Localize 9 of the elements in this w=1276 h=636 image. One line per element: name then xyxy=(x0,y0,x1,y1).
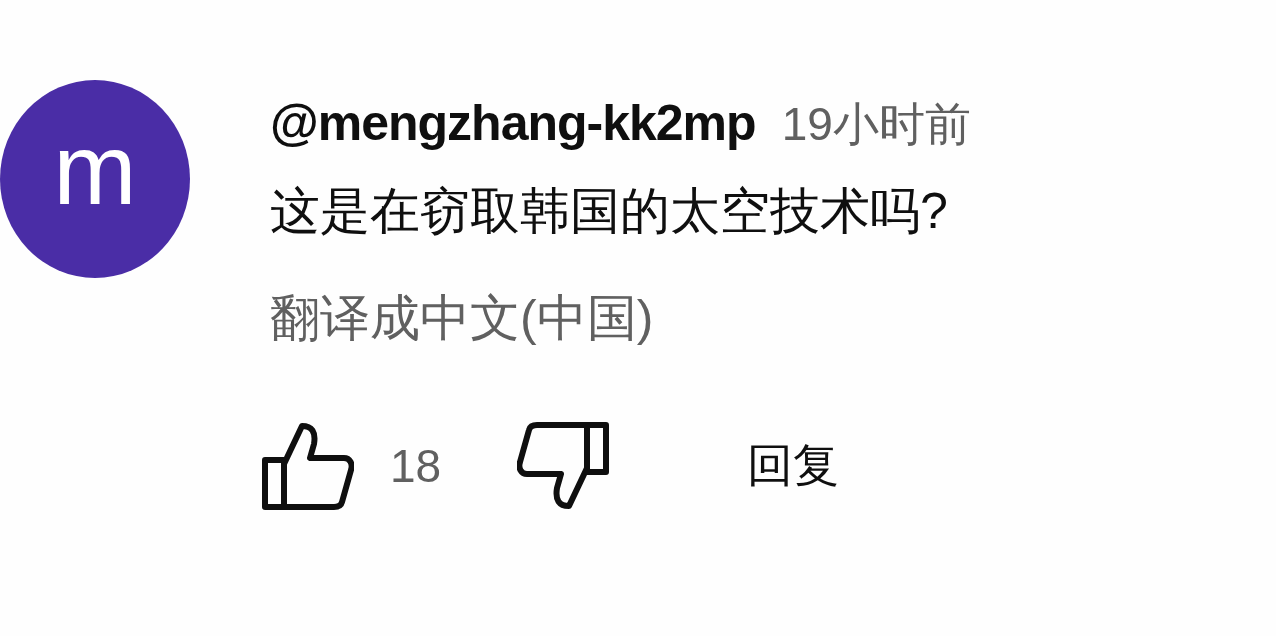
comment-time: 19小时前 xyxy=(781,97,971,152)
reply-button[interactable]: 回复 xyxy=(739,431,848,501)
translate-link[interactable]: 翻译成中文(中国) xyxy=(270,285,971,352)
thumbs-up-icon[interactable] xyxy=(262,422,354,510)
thumbs-down-icon[interactable] xyxy=(517,422,610,510)
comment-text: 这是在窃取韩国的太空技术吗? xyxy=(270,182,949,241)
like-count: 18 xyxy=(390,439,442,493)
avatar[interactable]: m xyxy=(0,80,190,278)
author-name[interactable]: @mengzhang-kk2mp xyxy=(270,94,756,152)
